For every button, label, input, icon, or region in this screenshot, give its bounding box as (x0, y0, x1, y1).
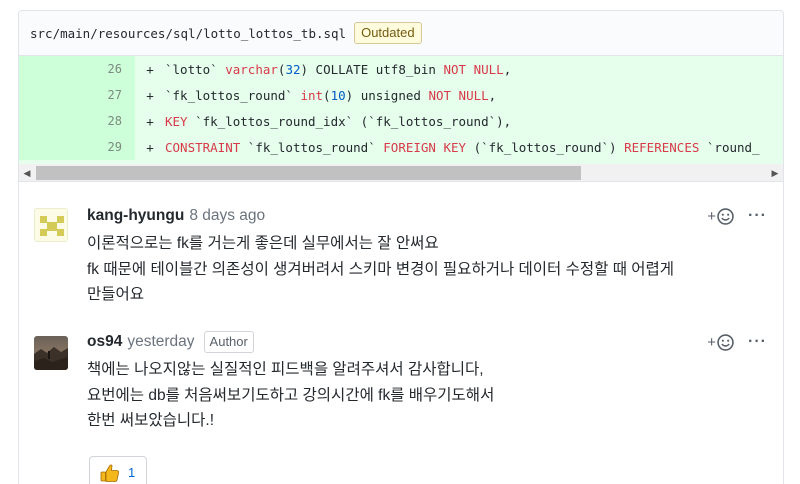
horizontal-scrollbar[interactable]: ◀ ▶ (19, 164, 783, 182)
file-path[interactable]: src/main/resources/sql/lotto_lottos_tb.s… (30, 26, 346, 41)
code-token: , (503, 61, 512, 77)
comment-header: os94 yesterday Author (87, 331, 783, 353)
code-token: `fk_lottos_round` (165, 87, 301, 103)
comment-body: os94 yesterday Author 책에는 나오지않는 실질적인 피드백… (87, 331, 783, 434)
code-token: REFERENCES (624, 139, 700, 155)
addition-marker: + (146, 87, 154, 103)
comment-header: kang-hyungu 8 days ago (87, 205, 783, 227)
diff-view: 26 + `lotto` varchar(32) COLLATE utf8_bin … (19, 56, 783, 164)
landscape-photo-icon (34, 336, 68, 370)
comment-actions: + ··· (707, 333, 767, 351)
code-token: ) COLLATE utf8_bin (300, 61, 444, 77)
code-token: , (488, 87, 497, 103)
comment-line: 책에는 나오지않는 실질적인 피드백을 알려주셔서 감사합니다, (87, 361, 484, 378)
comment-text: 이론적으로는 fk를 거는게 좋은데 실무에서는 잘 안써요 fk 때문에 테이… (87, 231, 783, 308)
code-token: FOREIGN KEY (383, 139, 467, 155)
line-number[interactable]: 28 (19, 108, 135, 134)
code-token: `fk_lottos_round` (240, 139, 384, 155)
more-options-button[interactable]: ··· (748, 207, 767, 225)
comment-line: 이론적으로는 fk를 거는게 좋은데 실무에서는 잘 안써요 (87, 235, 439, 252)
scroll-left-arrow-icon[interactable]: ◀ (19, 164, 35, 182)
code-token: KEY (165, 113, 188, 129)
scroll-right-arrow-icon[interactable]: ▶ (767, 164, 783, 182)
thumbs-up-reaction-button[interactable]: 1 (89, 456, 147, 484)
code-content: `lotto` varchar(32) COLLATE utf8_bin NOT… (165, 62, 511, 77)
comment-body: kang-hyungu 8 days ago 이론적으로는 fk를 거는게 좋은… (87, 205, 783, 308)
more-options-button[interactable]: ··· (748, 333, 767, 351)
code-token: int (300, 87, 324, 103)
addition-marker: + (146, 113, 154, 129)
code-token: 10 (330, 87, 346, 103)
identicon-icon (35, 209, 67, 241)
code-content: `fk_lottos_round` int(10) unsigned NOT N… (165, 88, 496, 103)
plus-sign: + (707, 333, 717, 351)
code-token: NOT NULL (428, 87, 489, 103)
code-token: (`fk_lottos_round`) (466, 139, 625, 155)
add-reaction-button[interactable]: + (707, 334, 734, 351)
smiley-icon (717, 333, 734, 351)
line-number[interactable]: 26 (19, 56, 135, 82)
avatar[interactable] (34, 208, 68, 242)
addition-marker: + (146, 139, 154, 155)
code-token: ) unsigned (345, 87, 429, 103)
smiley-icon (717, 207, 734, 225)
comment-line: 한번 써보았습니다.! (87, 412, 214, 429)
code-token: ( (323, 87, 331, 103)
code-token: varchar (225, 61, 278, 77)
code-content: CONSTRAINT `fk_lottos_round` FOREIGN KEY… (165, 140, 760, 155)
diff-line: 28 + KEY `fk_lottos_round_idx` (`fk_lottos… (19, 108, 783, 134)
comment-text: 책에는 나오지않는 실질적인 피드백을 알려주셔서 감사합니다, 요번에는 db… (87, 357, 783, 434)
comment-line: 만들어요 (87, 286, 145, 303)
reaction-count: 1 (128, 465, 136, 480)
review-thread: src/main/resources/sql/lotto_lottos_tb.s… (18, 10, 784, 484)
code-token: 32 (285, 61, 301, 77)
code-token: `fk_lottos_round_idx` (`fk_lottos_round`… (187, 113, 512, 129)
add-reaction-button[interactable]: + (707, 208, 734, 225)
addition-marker: + (146, 61, 154, 77)
comment-author[interactable]: kang-hyungu (87, 207, 184, 225)
comment-actions: + ··· (707, 207, 767, 225)
plus-sign: + (707, 207, 717, 225)
diff-line: 29 + CONSTRAINT `fk_lottos_round` FOREIGN … (19, 134, 783, 160)
code-token: CONSTRAINT (165, 139, 241, 155)
avatar[interactable] (34, 336, 68, 370)
thumbs-up-icon (100, 463, 119, 482)
code-content: KEY `fk_lottos_round_idx` (`fk_lottos_ro… (165, 114, 511, 129)
file-header: src/main/resources/sql/lotto_lottos_tb.s… (19, 11, 783, 56)
code-token: NOT NULL (443, 61, 504, 77)
code-token: `round_ (699, 139, 760, 155)
line-number[interactable]: 27 (19, 82, 135, 108)
comment-line: fk 때문에 테이블간 의존성이 생겨버려서 스키마 변경이 필요하거나 데이터… (87, 260, 675, 278)
scrollbar-thumb[interactable] (36, 166, 581, 180)
comment-author[interactable]: os94 (87, 333, 122, 351)
line-number[interactable]: 29 (19, 134, 135, 160)
diff-line: 27 + `fk_lottos_round` int(10) unsigned NO… (19, 82, 783, 108)
code-token: `lotto` (165, 61, 226, 77)
author-badge: Author (203, 331, 254, 353)
outdated-label: Outdated (354, 22, 422, 44)
comment-line: 요번에는 db를 처음써보기도하고 강의시간에 fk를 배우기도해서 (87, 386, 495, 404)
diff-line: 26 + `lotto` varchar(32) COLLATE utf8_bin … (19, 56, 783, 82)
comment-timestamp[interactable]: 8 days ago (189, 207, 265, 225)
comment-timestamp[interactable]: yesterday (127, 333, 194, 351)
